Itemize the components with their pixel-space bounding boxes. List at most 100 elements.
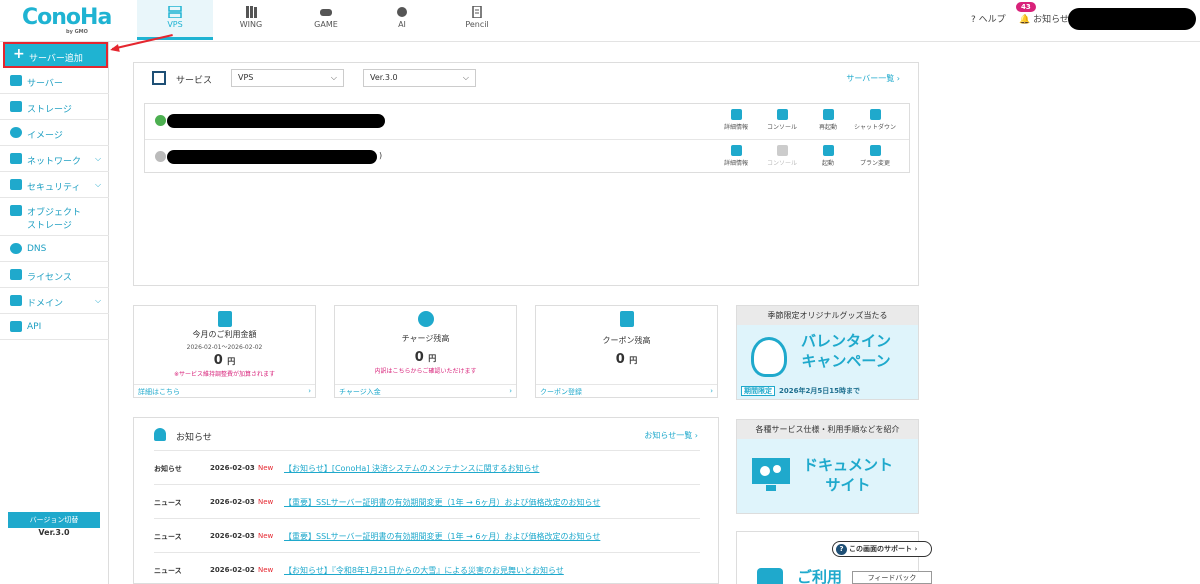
sidebar-item-network[interactable]: ネットワーク ⌵ (0, 146, 109, 172)
new-badge: New (258, 498, 274, 506)
tab-wing[interactable]: WING (213, 0, 289, 40)
notification-label: お知らせ (1033, 15, 1069, 25)
feedback-button[interactable]: フィードバック (852, 571, 932, 584)
services-title: サービス (176, 76, 213, 86)
server-name-suffix: ) (379, 151, 383, 160)
tab-game-label: GAME (314, 20, 338, 29)
usage-card: 今月のご利用金額 2026-02-01～2026-02-02 0 円 ※サービス… (133, 305, 316, 398)
console-label: コンソール (766, 160, 797, 167)
card-note-link[interactable]: 内訳はこちらからご確認いただけます (335, 366, 516, 375)
sidebar-item-label: ネットワーク (27, 157, 82, 167)
start-button[interactable]: 起動 (803, 145, 853, 167)
card-note: ※サービス維持調整費が加算されます (173, 371, 276, 378)
version-label: Ver.3.0 (38, 528, 70, 537)
news-link[interactable]: 【お知らせ】『令和8年1月21日からの大雪』による災害のお見舞いとお知らせ (284, 565, 564, 576)
tab-pencil[interactable]: Pencil (439, 0, 515, 40)
sidebar-item-license[interactable]: ライセンス (0, 262, 109, 288)
chevron-right-icon: › (692, 431, 698, 440)
sidebar-item-storage[interactable]: ストレージ (0, 94, 109, 120)
card-footer-link[interactable]: 詳細はこちら › (134, 384, 315, 397)
sidebar-item-domain[interactable]: ドメイン ⌵ (0, 288, 109, 314)
details-label: 詳細情報 (723, 160, 748, 167)
pencil-icon (472, 6, 482, 18)
sidebar-item-label: ライセンス (27, 273, 72, 283)
card-value: 0 円 (536, 352, 717, 367)
sidebar-item-image[interactable]: イメージ (0, 120, 109, 146)
documents-banner[interactable]: 各種サービス仕様・利用手順などを紹介 ドキュメント サイト (736, 419, 919, 514)
server-row[interactable]: 詳細情報 コンソール 再起動 シャットダウン (145, 104, 909, 138)
bell-icon (154, 428, 166, 441)
logo-sub: by GMO (66, 29, 88, 35)
bell-icon: 🔔 (1019, 15, 1031, 25)
server-icon (152, 71, 166, 85)
stop-icon (869, 109, 881, 120)
news-item: ニュース 2026-02-02 New 【お知らせ】『令和8年1月21日からの大… (154, 552, 700, 584)
notification-link[interactable]: 🔔 お知らせ (1019, 12, 1069, 25)
add-server-label: サーバー追加 (29, 54, 83, 64)
news-link[interactable]: 【重要】SSLサーバー証明書の有効期間変更（1年 → 6ヶ月）および価格改定のお… (284, 497, 600, 508)
sidebar-item-label: サーバー (27, 79, 63, 89)
news-date: 2026-02-03 (210, 498, 255, 506)
swap-icon (869, 145, 881, 156)
tab-vps[interactable]: VPS (137, 0, 213, 40)
chevron-down-icon: ⌵ (330, 73, 337, 82)
banner-date: 2026年2月5日15時まで (779, 387, 860, 395)
card-footer-link[interactable]: クーポン登録 › (536, 384, 717, 397)
service-type-select[interactable]: VPS ⌵ (231, 69, 344, 87)
monitor-icon (776, 109, 788, 120)
sidebar-item-security[interactable]: セキュリティ ⌵ (0, 172, 109, 198)
console-label: コンソール (766, 124, 797, 131)
sidebar-item-label: API (27, 322, 42, 332)
restart-label: 再起動 (818, 124, 837, 131)
news-item: ニュース 2026-02-03 New 【重要】SSLサーバー証明書の有効期間変… (154, 518, 700, 552)
annotation-arrow-head (109, 44, 120, 54)
news-link[interactable]: 【お知らせ】[ConoHa] 決済システムのメンテナンスに関するお知らせ (284, 463, 539, 474)
shutdown-button[interactable]: シャットダウン (850, 109, 900, 131)
card-footer-link[interactable]: チャージ入金 › (335, 384, 516, 397)
details-button[interactable]: 詳細情報 (711, 109, 761, 131)
unit: 円 (227, 357, 236, 366)
tab-game[interactable]: GAME (288, 0, 364, 40)
globe-icon (10, 127, 22, 138)
news-title: お知らせ (176, 433, 212, 443)
plan-change-button[interactable]: プラン変更 (850, 145, 900, 167)
amount: 0 (213, 353, 223, 368)
restart-button[interactable]: 再起動 (803, 109, 853, 131)
chevron-down-icon: ⌵ (95, 180, 102, 189)
sidebar-item-object-storage[interactable]: オブジェクト ストレージ (0, 198, 109, 236)
sidebar-item-api[interactable]: API (0, 314, 109, 340)
gamepad-icon (320, 9, 332, 16)
add-server-button[interactable]: + サーバー追加 (3, 42, 108, 68)
details-button[interactable]: 詳細情報 (711, 145, 761, 167)
version-switch-button[interactable]: バージョン切替 (8, 512, 100, 528)
banner-line1: ドキュメント (803, 456, 894, 474)
sidebar-item-dns[interactable]: DNS (0, 236, 109, 262)
conoha-logo[interactable]: ConoHa by GMO (22, 6, 112, 36)
restart-icon (822, 109, 834, 120)
new-badge: New (258, 566, 274, 574)
banner-period: 期間限定 2026年2月5日15時まで (741, 386, 860, 396)
console-button[interactable]: コンソール (757, 109, 807, 131)
banner-headline: ドキュメント サイト (803, 455, 893, 495)
version-select[interactable]: Ver.3.0 ⌵ (363, 69, 476, 87)
footer-label: 詳細はこちら (138, 388, 180, 396)
tab-ai[interactable]: AI (364, 0, 440, 40)
chevron-right-icon: › (914, 545, 918, 553)
help-link[interactable]: ? ヘルプ (971, 12, 1006, 25)
notification-badge: 43 (1016, 2, 1036, 12)
books-icon (246, 6, 257, 18)
news-list-link[interactable]: お知らせ一覧 › (644, 430, 698, 441)
sidebar-item-server[interactable]: サーバー (0, 68, 109, 94)
news-link[interactable]: 【重要】SSLサーバー証明書の有効期間変更（1年 → 6ヶ月）および価格改定のお… (284, 531, 600, 542)
valentine-banner[interactable]: 季節限定オリジナルグッズ当たる バレンタイン キャンペーン 期間限定 2026年2… (736, 305, 919, 400)
unit: 円 (428, 354, 437, 363)
server-list-link[interactable]: サーバー一覧 › (846, 73, 900, 84)
amount: 0 (615, 352, 625, 367)
server-row[interactable]: ) 詳細情報 コンソール 起動 プラン変更 (145, 139, 909, 173)
screen-support-button[interactable]: ? この画面のサポート › (832, 541, 932, 557)
footer-label: チャージ入金 (339, 388, 381, 396)
chevron-down-icon: ⌵ (95, 154, 102, 163)
tab-ai-label: AI (398, 20, 406, 29)
server-list: 詳細情報 コンソール 再起動 シャットダウン ) 詳細情報 コンソール 起動 プ… (144, 103, 910, 173)
unit: 円 (629, 356, 638, 365)
